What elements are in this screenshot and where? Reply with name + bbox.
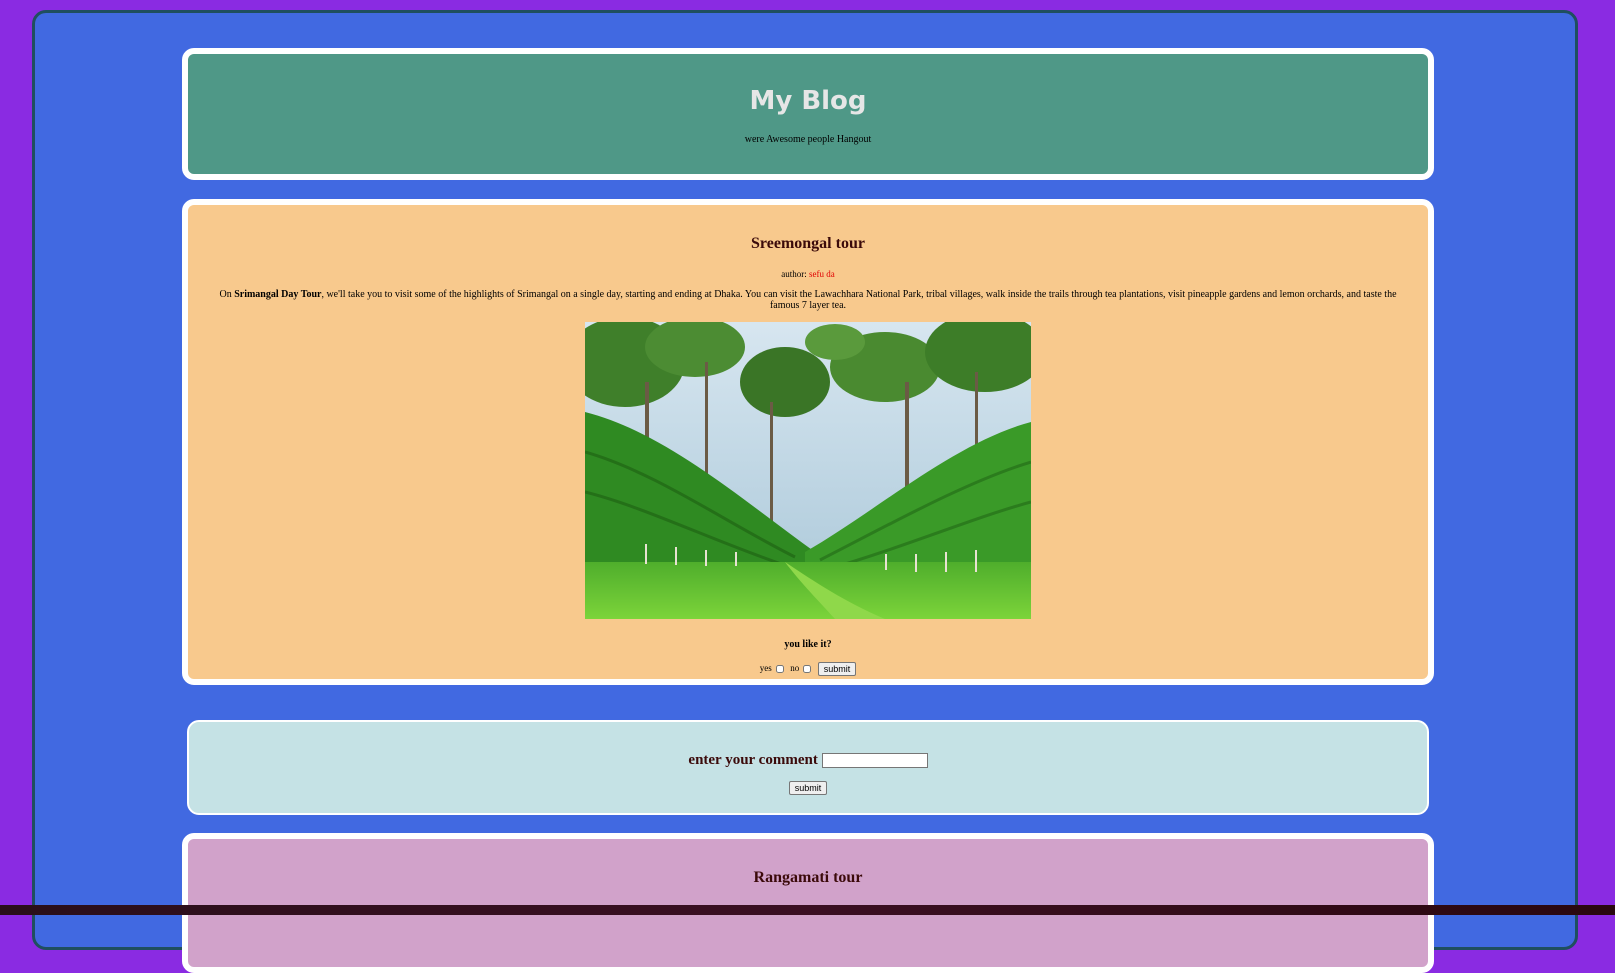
comment-row: enter your comment (189, 752, 1427, 769)
comment-label: enter your comment (688, 752, 818, 768)
post-rangamati: Rangamati tour (182, 833, 1434, 973)
post-sreemongal: Sreemongal tour author: sefu da On Srima… (182, 199, 1434, 685)
taskbar (0, 905, 1615, 915)
comment-section: enter your comment submit (187, 720, 1429, 815)
author-name: sefu da (809, 269, 835, 279)
post2-title: Rangamati tour (753, 869, 863, 886)
desc-prefix: On (219, 289, 232, 300)
like-question: you like it? (784, 639, 832, 650)
vote-submit-button[interactable]: submit (817, 662, 857, 676)
tea-garden-illustration (585, 322, 1031, 619)
post-description: On Srimangal Day Tour, we'll take you to… (206, 289, 1411, 311)
comment-submit-button[interactable]: submit (788, 781, 828, 795)
yes-label: yes (759, 663, 772, 674)
desc-rest: , we'll take you to visit some of the hi… (321, 289, 1397, 311)
blog-title: My Blog (749, 86, 867, 116)
author-label: author: (781, 269, 807, 279)
no-checkbox[interactable] (803, 665, 812, 673)
comment-input[interactable] (821, 753, 928, 769)
yes-checkbox[interactable] (775, 665, 784, 673)
post-author: author: sefu da (188, 269, 1428, 279)
tea-garden-image (585, 322, 1031, 619)
no-label: no (790, 663, 800, 674)
page-container: My Blog were Awesome people Hangout Sree… (32, 10, 1578, 973)
post-title: Sreemongal tour (751, 235, 865, 252)
vote-row: yes no submit (188, 662, 1428, 676)
desc-bold: Srimangal Day Tour (234, 289, 322, 300)
blog-tagline: were Awesome people Hangout (744, 134, 872, 145)
blog-header: My Blog were Awesome people Hangout (182, 48, 1434, 180)
